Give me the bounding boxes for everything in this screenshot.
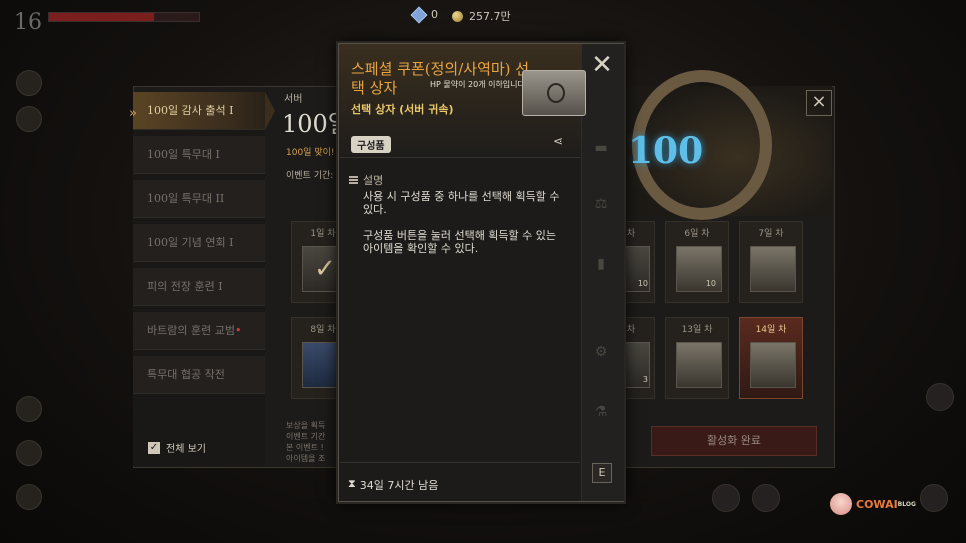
divider [340,462,580,463]
divider [340,157,580,158]
event-notes: 보상을 획득 이벤트 기간 본 이벤트 ! 아이템을 조 [286,421,326,463]
day-card[interactable]: 6일 차 10 [665,221,729,303]
hourglass-icon: ⧗ [348,477,356,490]
event-period: 이벤트 기간: [286,171,334,181]
server-label: 서버 [284,94,303,105]
cup-icon: ⚗ [594,404,608,420]
action-icon[interactable] [926,383,954,411]
description-header: 설명 [349,172,383,188]
gold-currency: 257.7만 [452,8,511,24]
quickslot-icon[interactable] [752,484,780,512]
hotkey-badge[interactable]: E [592,463,612,483]
components-tag[interactable]: 구성품 [351,136,391,153]
day-card[interactable]: 7일 차 [739,221,803,303]
banner-number: 100 [628,130,704,172]
day-card[interactable]: 13일 차 [665,317,729,399]
list-icon [349,176,358,184]
quickslot-icon[interactable] [712,484,740,512]
gear-icon: ⚙ [594,344,608,360]
event-close-icon[interactable]: × [806,90,832,116]
checkbox-icon[interactable]: ✓ [148,441,160,454]
chest-icon [750,342,796,388]
gem-icon [410,6,428,23]
auto-icon[interactable] [920,484,948,512]
complete-button[interactable]: 활성화 완료 [651,426,817,456]
event-subtitle: 100일 맞이! [286,148,335,158]
gem-count: 0 [431,8,438,21]
hp-bar [48,12,200,22]
active-arrow-icon: » [129,106,137,121]
modal-side-strip [581,44,624,501]
item-subtitle: 선택 상자 (서버 귀속) [351,103,454,116]
watermark-logo: COWAI BLOG [830,493,916,515]
skill-icon[interactable] [16,396,42,422]
scale-icon: ⚖ [594,196,608,212]
gem-currency: 0 [410,6,438,23]
nav-item-special-1[interactable]: 100일 특무대 I [133,136,265,174]
chest-icon [676,342,722,388]
event-nav: 100일 감사 출석 I 100일 특무대 I 100일 특무대 II 100일… [133,92,275,466]
description-text-1: 사용 시 구성품 중 하나를 선택해 획득할 수 있다. [363,190,560,216]
map-icon[interactable] [16,106,42,132]
nav-item-blood-battlefield[interactable]: 피의 전장 훈련 I [133,268,265,306]
avatar [830,493,852,515]
character-level: 16 [14,10,42,35]
gold-count: 257.7만 [469,10,511,23]
nav-item-banquet[interactable]: 100일 기념 연회 I [133,224,265,262]
coin-icon [452,10,463,22]
share-icon[interactable]: ⋖ [553,134,563,148]
nav-item-special-2[interactable]: 100일 특무대 II [133,180,265,218]
hp-notice: HP 물약이 20개 이하입니다. [430,80,528,89]
chest-icon [750,246,796,292]
description-text-2: 구성품 버튼을 눌러 선택해 획득할 수 있는 아이템을 확인할 수 있다. [363,229,557,255]
book-icon: ▮ [597,256,605,272]
menu-icon[interactable] [16,70,42,96]
show-all-toggle[interactable]: ✓ 전체 보기 [148,440,206,455]
item-chest-icon [522,70,586,116]
emote-icon[interactable] [16,484,42,510]
expiry-timer: ⧗ 34일 7시간 남음 [348,477,439,492]
chat-icon[interactable] [16,440,42,466]
day-card-special[interactable]: 14일 차 [739,317,803,399]
nav-item-attendance[interactable]: 100일 감사 출석 I [133,92,275,130]
nav-item-training-manual[interactable]: 바트람의 훈련 교범• [133,312,265,350]
slot-icon: ▬ [594,140,608,156]
close-icon[interactable]: ✕ [590,52,614,78]
nav-item-joint-operation[interactable]: 특무대 협공 작전 [133,356,265,394]
